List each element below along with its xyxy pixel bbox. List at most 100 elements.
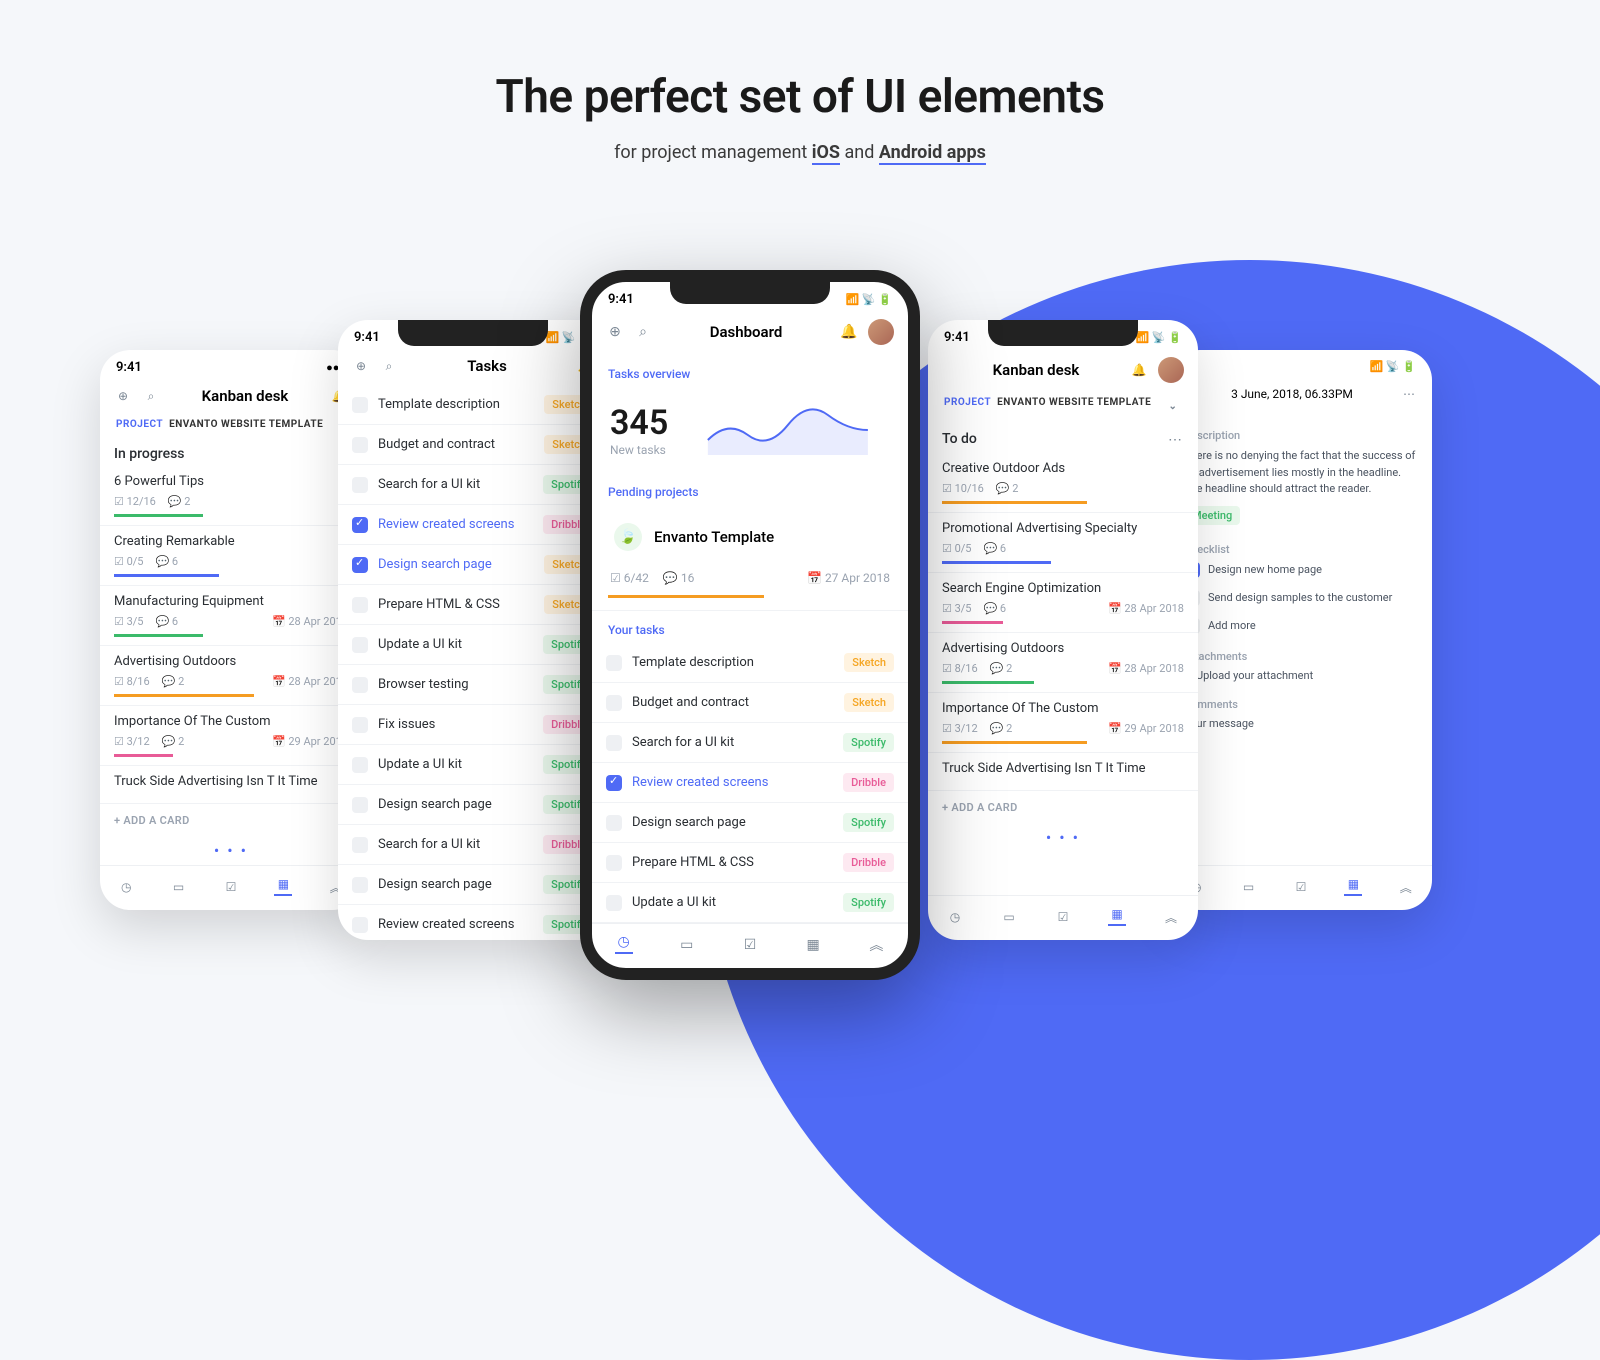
task-row[interactable]: Design search page Spotify — [338, 865, 608, 905]
checkbox[interactable] — [352, 597, 368, 613]
checkbox[interactable] — [352, 517, 368, 533]
task-row[interactable]: Template description Sketch — [592, 643, 908, 683]
task-row[interactable]: Update a UI kit Spotify — [338, 745, 608, 785]
checkbox[interactable] — [352, 557, 368, 573]
task-row[interactable]: Design search page Spotify — [338, 785, 608, 825]
avatar[interactable] — [1158, 357, 1184, 383]
ios-link[interactable]: iOS — [812, 142, 840, 165]
checkbox[interactable] — [352, 477, 368, 493]
tab-dashboard-icon[interactable]: ◷ — [117, 878, 135, 896]
card-date: 📅 28 Apr 2018 — [272, 675, 348, 688]
tab-bar: ◷ ▭ ☑ ▦ ︽ — [592, 923, 908, 968]
add-icon[interactable]: ⊕ — [606, 323, 624, 341]
more-icon[interactable]: ⋯ — [1166, 431, 1184, 449]
checkbox[interactable] — [352, 437, 368, 453]
upload-attachment[interactable]: ⊕ Upload your attachment — [1184, 663, 1418, 688]
add-card-button[interactable]: + ADD A CARD — [928, 791, 1198, 824]
kanban-card[interactable]: 6 Powerful Tips ☑ 12/16💬 2 — [100, 466, 362, 526]
screen-title: Tasks — [467, 357, 507, 375]
chevron-down-icon[interactable]: ⌄ — [1164, 397, 1182, 415]
checkbox[interactable] — [352, 877, 368, 893]
checklist-item[interactable]: Design new home page — [1184, 556, 1418, 584]
tab-projects-icon[interactable]: ▭ — [1240, 878, 1258, 896]
task-row[interactable]: Prepare HTML & CSS Dribble — [592, 843, 908, 883]
checklist-item[interactable]: Send design samples to the customer — [1184, 584, 1418, 612]
search-icon[interactable]: ⌕ — [380, 357, 398, 375]
kanban-card[interactable]: Truck Side Advertising Isn T It Time — [928, 753, 1198, 791]
bell-icon[interactable]: 🔔 — [1130, 361, 1148, 379]
kanban-card[interactable]: Advertising Outdoors ☑ 8/16💬 2📅 28 Apr 2… — [928, 633, 1198, 693]
task-row[interactable]: Update a UI kit Spotify — [592, 883, 908, 923]
kanban-card[interactable]: Importance Of The Custom ☑ 3/12💬 2📅 29 A… — [928, 693, 1198, 753]
tab-more-icon[interactable]: ︽ — [1397, 878, 1415, 896]
more-icon[interactable]: ⋯ — [1400, 385, 1418, 403]
tab-dashboard-icon[interactable]: ◷ — [615, 936, 633, 954]
task-row[interactable]: Update a UI kit Spotify — [338, 625, 608, 665]
search-icon[interactable]: ⌕ — [142, 387, 160, 405]
task-row[interactable]: Review created screens Dribble — [592, 763, 908, 803]
comment-input[interactable]: Your message — [1184, 711, 1418, 736]
checkbox[interactable] — [352, 757, 368, 773]
task-row[interactable]: Review created screens Spotify — [338, 905, 608, 940]
task-row[interactable]: Browser testing Spotify — [338, 665, 608, 705]
task-row[interactable]: Design search page Spotify — [592, 803, 908, 843]
task-row[interactable]: Search for a UI kit Dribble — [338, 825, 608, 865]
tab-tasks-icon[interactable]: ☑ — [741, 936, 759, 954]
add-icon[interactable]: ⊕ — [352, 357, 370, 375]
checkbox[interactable] — [606, 895, 622, 911]
kanban-card[interactable]: Creative Outdoor Ads ☑ 10/16💬 2 — [928, 453, 1198, 513]
checkbox[interactable] — [352, 677, 368, 693]
checklist-item[interactable]: Add more — [1184, 612, 1418, 640]
page-dots: • • • — [100, 837, 362, 864]
kanban-card[interactable]: Manufacturing Equipment ☑ 3/5💬 6📅 28 Apr… — [100, 586, 362, 646]
kanban-card[interactable]: Truck Side Advertising Isn T It Time — [100, 766, 362, 804]
task-row[interactable]: Search for a UI kit Spotify — [592, 723, 908, 763]
tab-projects-icon[interactable]: ▭ — [1000, 908, 1018, 926]
your-tasks-label: Your tasks — [592, 611, 908, 643]
checkbox[interactable] — [352, 917, 368, 933]
kanban-card[interactable]: Creating Remarkable ☑ 0/5💬 6 — [100, 526, 362, 586]
tab-tasks-icon[interactable]: ☑ — [222, 878, 240, 896]
tab-tasks-icon[interactable]: ☑ — [1292, 878, 1310, 896]
tab-more-icon[interactable]: ︽ — [867, 936, 885, 954]
checkbox[interactable] — [606, 855, 622, 871]
avatar[interactable] — [868, 319, 894, 345]
checkbox[interactable] — [606, 735, 622, 751]
android-link[interactable]: Android apps — [879, 142, 986, 165]
task-row[interactable]: Prepare HTML & CSS Sketch — [338, 585, 608, 625]
kanban-card[interactable]: Promotional Advertising Specialty ☑ 0/5💬… — [928, 513, 1198, 573]
tab-projects-icon[interactable]: ▭ — [170, 878, 188, 896]
checkbox[interactable] — [606, 695, 622, 711]
kanban-card[interactable]: Search Engine Optimization ☑ 3/5💬 6📅 28 … — [928, 573, 1198, 633]
checkbox[interactable] — [352, 717, 368, 733]
tab-more-icon[interactable]: ︽ — [1162, 908, 1180, 926]
kanban-card[interactable]: Advertising Outdoors ☑ 8/16💬 2📅 28 Apr 2… — [100, 646, 362, 706]
tab-tasks-icon[interactable]: ☑ — [1054, 908, 1072, 926]
kanban-card[interactable]: Importance Of The Custom ☑ 3/12💬 2📅 29 A… — [100, 706, 362, 766]
tab-kanban-icon[interactable]: ▦ — [274, 878, 292, 896]
checkbox[interactable] — [352, 637, 368, 653]
tab-kanban-icon[interactable]: ▦ — [1344, 878, 1362, 896]
task-row[interactable]: Budget and contract Sketch — [592, 683, 908, 723]
checkbox[interactable] — [352, 397, 368, 413]
bell-icon[interactable]: 🔔 — [840, 323, 858, 341]
tab-dashboard-icon[interactable]: ◷ — [946, 908, 964, 926]
tab-projects-icon[interactable]: ▭ — [678, 936, 696, 954]
pending-project[interactable]: 🍃 Envanto Template — [608, 509, 892, 565]
task-row[interactable]: Design search page Sketch — [338, 545, 608, 585]
tab-kanban-icon[interactable]: ▦ — [804, 936, 822, 954]
task-row[interactable]: Review created screens Dribble — [338, 505, 608, 545]
search-icon[interactable]: ⌕ — [634, 323, 652, 341]
add-icon[interactable]: ⊕ — [114, 387, 132, 405]
task-row[interactable]: Template description Sketch — [338, 385, 608, 425]
checkbox[interactable] — [352, 797, 368, 813]
add-card-button[interactable]: + ADD A CARD — [100, 804, 362, 837]
task-row[interactable]: Fix issues Dribble — [338, 705, 608, 745]
task-row[interactable]: Search for a UI kit Spotify — [338, 465, 608, 505]
checkbox[interactable] — [606, 815, 622, 831]
tab-kanban-icon[interactable]: ▦ — [1108, 908, 1126, 926]
task-row[interactable]: Budget and contract Sketch — [338, 425, 608, 465]
checkbox[interactable] — [606, 775, 622, 791]
checkbox[interactable] — [606, 655, 622, 671]
checkbox[interactable] — [352, 837, 368, 853]
